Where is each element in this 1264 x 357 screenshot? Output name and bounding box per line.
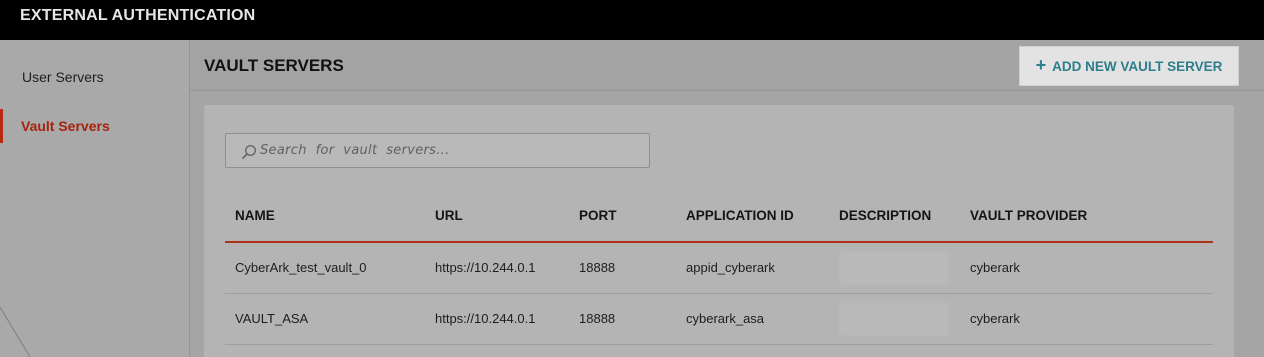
cell-application-id: cyberark_asa (676, 293, 829, 345)
column-header-description[interactable]: DESCRIPTION (829, 190, 960, 243)
cell-description (829, 293, 960, 345)
vault-servers-panel: NAME URL PORT APPLICATION ID DESCRIPTION… (204, 105, 1234, 357)
app-header: EXTERNAL AUTHENTICATION (0, 0, 1264, 40)
plus-icon: + (1035, 55, 1047, 75)
cell-vault-provider: cyberark (960, 242, 1213, 294)
column-header-application-id[interactable]: APPLICATION ID (676, 190, 829, 243)
cell-url: https://10.244.0.1 (425, 293, 569, 345)
column-header-vault-provider[interactable]: VAULT PROVIDER (960, 190, 1213, 243)
sidebar-item-user-servers[interactable]: User Servers (0, 60, 189, 94)
sidebar: User Servers Vault Servers (0, 40, 190, 357)
cell-vault-provider: cyberark (960, 293, 1213, 345)
cell-description (829, 242, 960, 294)
cell-name: CyberArk_test_vault_0 (225, 242, 425, 294)
redacted-description (839, 250, 949, 285)
sidebar-item-vault-servers[interactable]: Vault Servers (0, 109, 189, 143)
sidebar-item-label: Vault Servers (21, 118, 110, 134)
cell-name: VAULT_ASA (225, 293, 425, 345)
cell-port: 18888 (569, 242, 676, 294)
cell-application-id: appid_cyberark (676, 242, 829, 294)
app-title: EXTERNAL AUTHENTICATION (20, 7, 256, 24)
cell-port: 18888 (569, 293, 676, 345)
add-vault-server-button[interactable]: + ADD NEW VAULT SERVER (1019, 46, 1239, 86)
column-header-port[interactable]: PORT (569, 190, 676, 243)
redacted-description (839, 301, 949, 336)
cell-url: https://10.244.0.1 (425, 242, 569, 294)
column-header-name[interactable]: NAME (225, 190, 425, 243)
table-row[interactable]: VAULT_ASA https://10.244.0.1 18888 cyber… (225, 293, 1213, 345)
active-indicator (0, 109, 3, 143)
search-input[interactable] (260, 135, 640, 166)
search-icon (241, 144, 257, 160)
search-box[interactable] (225, 133, 650, 168)
column-header-url[interactable]: URL (425, 190, 569, 243)
table-header-row: NAME URL PORT APPLICATION ID DESCRIPTION… (225, 190, 1213, 243)
page-title: VAULT SERVERS (204, 56, 344, 75)
sidebar-item-label: User Servers (22, 69, 104, 85)
vault-servers-table: NAME URL PORT APPLICATION ID DESCRIPTION… (225, 190, 1213, 345)
decorative-line (0, 306, 31, 357)
page-header: VAULT SERVERS + ADD NEW VAULT SERVER (190, 40, 1264, 91)
table-row[interactable]: CyberArk_test_vault_0 https://10.244.0.1… (225, 242, 1213, 294)
add-vault-server-label: ADD NEW VAULT SERVER (1052, 58, 1223, 74)
